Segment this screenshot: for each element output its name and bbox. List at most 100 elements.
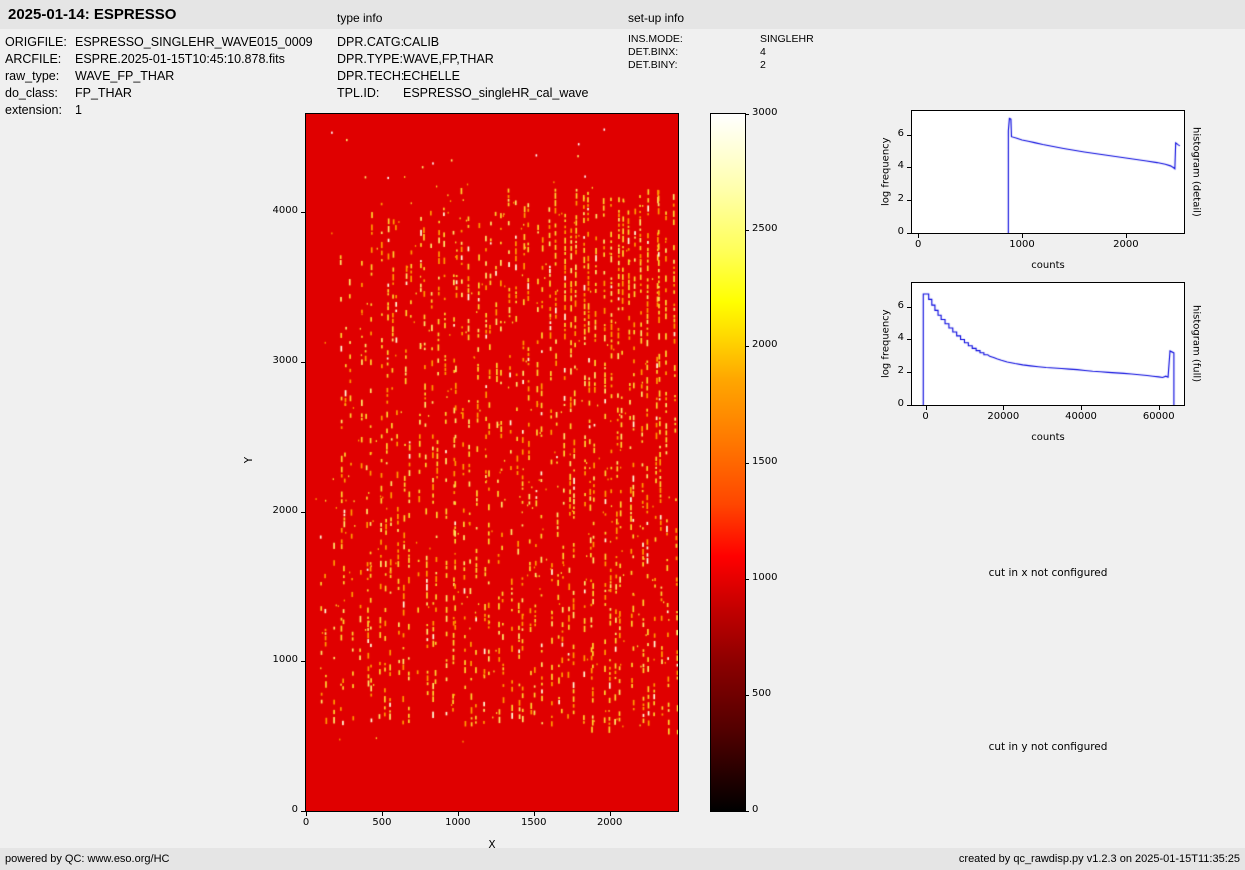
histogram-detail-canvas — [912, 111, 1184, 233]
y-tick-mark — [301, 361, 305, 363]
y-tick-mark — [907, 200, 911, 202]
y-tick-mark — [907, 134, 911, 136]
y-tick-mark — [907, 306, 911, 308]
x-tick-mark — [925, 406, 927, 410]
histogram-detail-right-label: histogram (detail) — [1190, 127, 1202, 217]
histogram-full-xlabel: counts — [1031, 432, 1065, 443]
x-tick-label: 20000 — [987, 411, 1020, 422]
x-tick-label: 40000 — [1065, 411, 1097, 422]
y-tick-mark — [301, 511, 305, 513]
y-tick-label: 0 — [897, 226, 904, 237]
histogram-full-plot — [911, 282, 1185, 406]
info-row: INS.MODE: SINGLEHR — [628, 33, 814, 46]
colorbar-tick-mark — [746, 578, 749, 580]
colorbar-tick-mark — [746, 114, 749, 115]
y-tick-label: 4 — [897, 332, 904, 344]
label-ins-mode: INS.MODE: — [628, 33, 683, 45]
colorbar-tick-mark — [746, 230, 749, 232]
type-info-block: DPR.CATG:CALIB DPR.TYPE:WAVE,FP,THAR DPR… — [337, 34, 589, 102]
footer-right-text: created by qc_rawdisp.py v1.2.3 on 2025-… — [958, 853, 1240, 865]
y-tick-label: 4 — [897, 160, 904, 172]
label-arcfile: ARCFILE: — [5, 52, 62, 66]
footer-bar: powered by QC: www.eso.org/HC created by… — [0, 848, 1245, 870]
value-origfile: ESPRESSO_SINGLEHR_WAVE015_0009 — [75, 35, 313, 49]
colorbar-tick-label: 3000 — [752, 107, 778, 118]
colorbar-tick-label: 500 — [752, 687, 772, 699]
colorbar — [710, 113, 746, 812]
x-tick-label: 1500 — [521, 817, 547, 828]
y-tick-mark — [301, 661, 305, 663]
value-dpr-type: WAVE,FP,THAR — [403, 52, 494, 66]
info-row: DPR.TECH:ECHELLE — [337, 68, 589, 85]
label-det-biny: DET.BINY: — [628, 59, 678, 71]
y-tick-label: 3000 — [272, 354, 298, 366]
y-tick-label: 2000 — [272, 504, 298, 516]
label-raw-type: raw_type: — [5, 69, 60, 83]
value-arcfile: ESPRE.2025-01-15T10:45:10.878.fits — [75, 52, 285, 66]
histogram-full-canvas — [912, 283, 1184, 405]
colorbar-tick-label: 1500 — [752, 455, 778, 467]
x-tick-label: 500 — [372, 817, 392, 828]
colorbar-tick-label: 2500 — [752, 223, 778, 235]
colorbar-tick-mark — [746, 346, 749, 348]
info-row: ORIGFILE: ESPRESSO_SINGLEHR_WAVE015_0009 — [5, 34, 313, 51]
info-row: ARCFILE: ESPRE.2025-01-15T10:45:10.878.fi… — [5, 51, 313, 68]
y-tick-label: 0 — [291, 804, 298, 815]
label-dpr-type: DPR.TYPE: — [337, 52, 403, 66]
value-ins-mode: SINGLEHR — [760, 33, 814, 45]
value-det-binx: 4 — [760, 46, 766, 58]
y-tick-mark — [907, 405, 911, 406]
y-tick-mark — [301, 811, 305, 812]
x-tick-mark — [533, 812, 535, 816]
colorbar-tick-label: 1000 — [752, 571, 778, 583]
info-row: do_class: FP_THAR — [5, 85, 313, 102]
label-tpl-id: TPL.ID: — [337, 86, 380, 100]
setup-info-section-label: set-up info — [628, 11, 685, 25]
value-dpr-catg: CALIB — [403, 35, 440, 49]
label-dpr-catg: DPR.CATG: — [337, 35, 405, 49]
x-tick-label: 1000 — [445, 817, 471, 828]
y-tick-label: 4000 — [272, 205, 298, 217]
cut-y-note: cut in y not configured — [988, 741, 1108, 753]
setup-info-block: INS.MODE: SINGLEHR DET.BINX: 4 DET.BINY: 2 — [628, 33, 814, 72]
type-info-section-label: type info — [337, 11, 383, 25]
histogram-detail-xlabel: counts — [1031, 260, 1065, 271]
x-tick-mark — [381, 812, 383, 816]
info-row: DET.BINX: 4 — [628, 46, 814, 59]
y-tick-mark — [907, 372, 911, 374]
histogram-detail-plot — [911, 110, 1185, 234]
y-tick-label: 6 — [897, 127, 904, 139]
cut-x-note: cut in x not configured — [988, 567, 1108, 579]
label-do-class: do_class: — [5, 86, 58, 100]
histogram-full-right-label: histogram (full) — [1190, 305, 1202, 383]
x-tick-mark — [457, 812, 459, 816]
header-bar: 2025-01-14: ESPRESSO type info set-up in… — [0, 0, 1245, 29]
x-tick-label: 0 — [915, 239, 922, 250]
info-row: DPR.CATG:CALIB — [337, 34, 589, 51]
value-tpl-id: ESPRESSO_singleHR_cal_wave — [403, 86, 589, 100]
y-tick-label: 6 — [897, 299, 904, 311]
value-do-class: FP_THAR — [75, 86, 132, 100]
colorbar-tick-label: 0 — [752, 804, 759, 815]
page-title: 2025-01-14: ESPRESSO — [8, 6, 177, 23]
raw-image-canvas — [306, 114, 678, 811]
file-info-block: ORIGFILE: ESPRESSO_SINGLEHR_WAVE015_0009 … — [5, 34, 313, 119]
x-tick-mark — [1003, 406, 1005, 410]
colorbar-tick-mark — [746, 462, 749, 464]
y-tick-label: 0 — [897, 398, 904, 409]
x-tick-mark — [918, 234, 920, 238]
x-tick-label: 1000 — [1009, 239, 1035, 250]
info-row: TPL.ID: ESPRESSO_singleHR_cal_wave — [337, 85, 589, 102]
y-tick-label: 1000 — [272, 654, 298, 666]
value-dpr-tech: ECHELLE — [403, 69, 460, 83]
x-tick-mark — [1158, 406, 1160, 410]
y-tick-label: 2 — [897, 365, 904, 377]
x-tick-mark — [609, 812, 611, 816]
x-tick-mark — [306, 812, 307, 816]
y-tick-mark — [907, 167, 911, 169]
qc-report-page: 2025-01-14: ESPRESSO type info set-up in… — [0, 0, 1245, 870]
label-det-binx: DET.BINX: — [628, 46, 679, 58]
info-row: raw_type: WAVE_FP_THAR — [5, 68, 313, 85]
x-tick-label: 0 — [302, 817, 310, 828]
y-tick-mark — [907, 339, 911, 341]
